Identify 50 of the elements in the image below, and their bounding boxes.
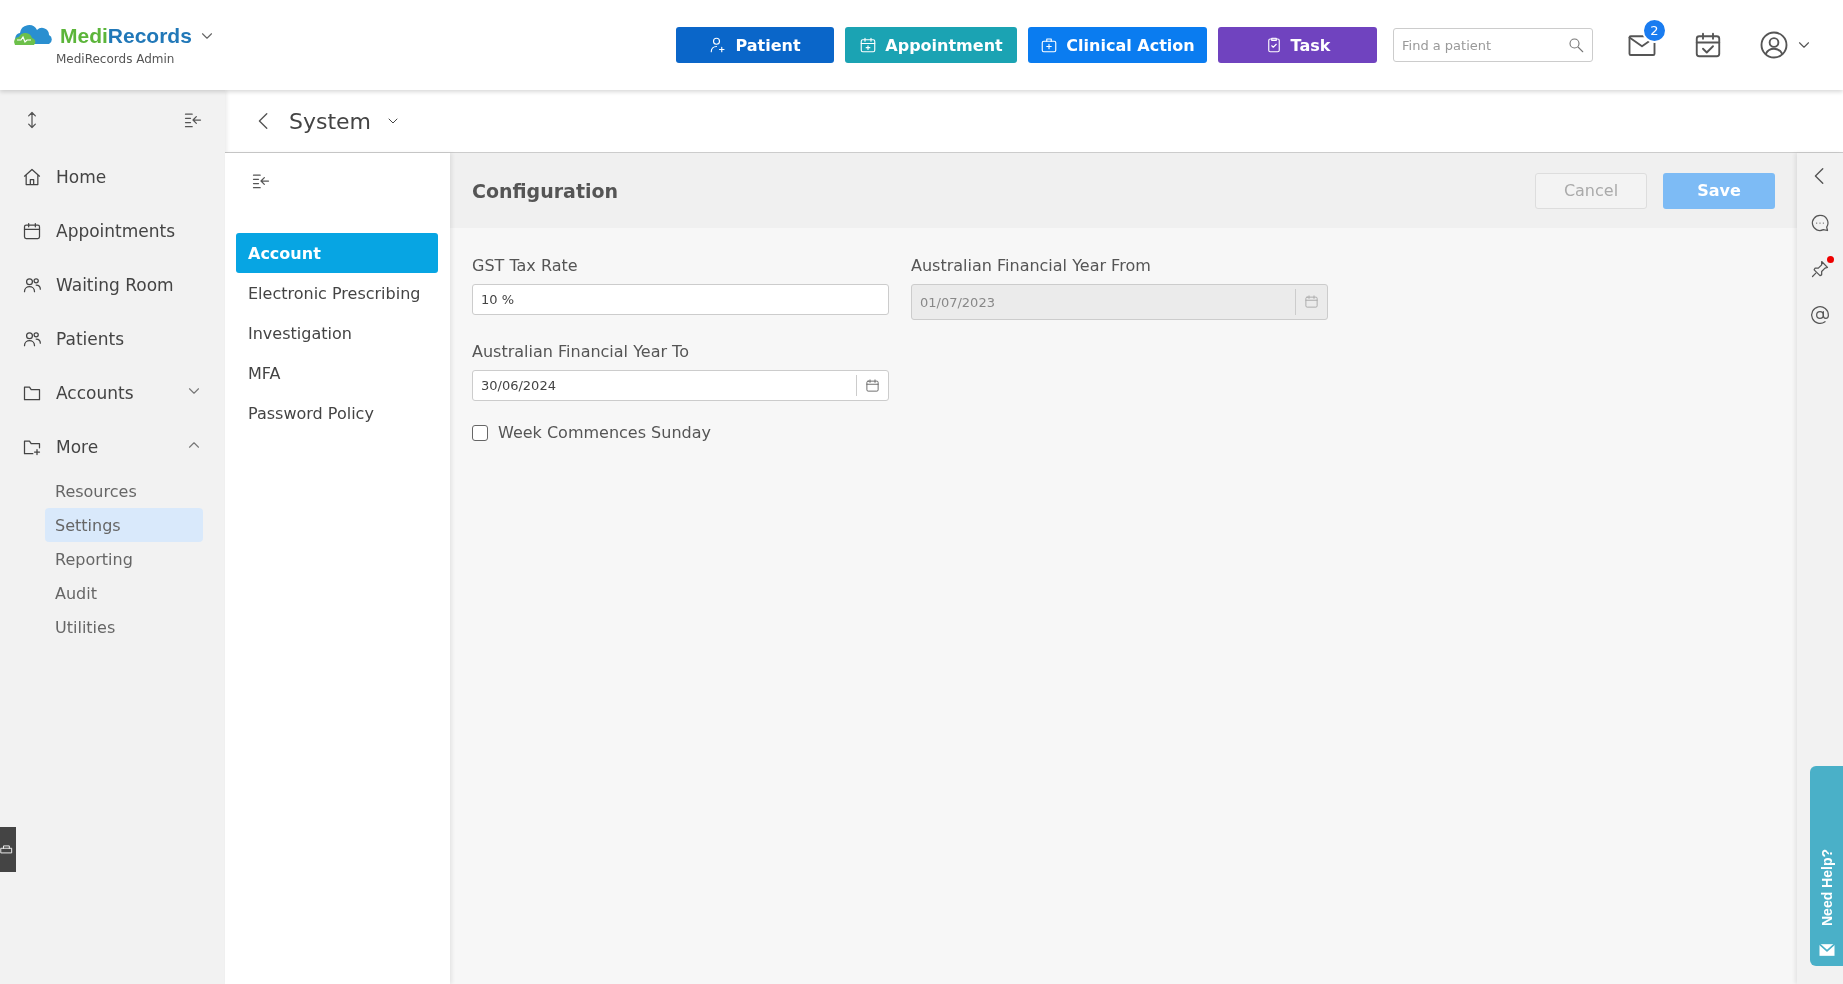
chat-icon [1810,213,1830,233]
field-label: Australian Financial Year To [472,342,690,361]
field-label: GST Tax Rate [472,256,579,275]
date-field[interactable]: 30/06/2024 [472,370,889,401]
search-field[interactable]: Find a patient [1393,28,1593,62]
calendar-icon [22,221,42,241]
home-icon [22,167,42,187]
nav-subitem[interactable]: Audit [45,576,203,610]
nav-subitem[interactable]: Utilities [45,610,203,644]
settings-tab[interactable]: Electronic Prescribing [236,273,438,313]
calendar-check-icon [1693,30,1723,60]
action-button[interactable]: Patient [676,27,834,63]
nav-item[interactable]: More [22,420,203,474]
search-icon [1567,36,1585,54]
settings-tab[interactable]: MFA [236,353,438,393]
people-icon [22,329,42,349]
nav-item[interactable]: Appointments [22,204,203,258]
nav-item[interactable]: Patients [22,312,203,366]
side-tab[interactable] [0,827,16,872]
action-button[interactable]: Task [1218,27,1377,63]
person-add-icon [709,36,728,54]
cloud-logo-icon [12,24,54,48]
page-title[interactable]: System [289,108,372,134]
nav-item[interactable]: Waiting Room [22,258,203,312]
settings-tab[interactable]: Investigation [236,313,438,353]
settings-tab[interactable]: Password Policy [236,393,438,433]
printer-icon [0,842,14,857]
action-button[interactable]: Clinical Action [1028,27,1207,63]
at-sign-icon [1810,305,1830,325]
calendar-icon [865,378,880,393]
checkbox-label: Week Commences Sunday [498,423,711,442]
pin-icon [1810,259,1830,279]
input-field[interactable]: 10 % [472,284,889,315]
brand-name: MediRecords [60,24,192,48]
notification-badge: 2 [1642,18,1667,43]
nav-subitem[interactable]: Reporting [45,542,203,576]
calendar-icon [1304,294,1319,310]
section-title: Configuration [472,179,619,202]
user-icon [1759,30,1789,60]
people-icon [22,275,42,295]
account-name: MediRecords Admin [56,52,176,66]
field-label: Australian Financial Year From [911,256,1152,275]
medical-bag-icon [1040,36,1059,54]
nav-subitem[interactable]: Settings [45,508,203,542]
nav-subitem[interactable]: Resources [45,474,203,508]
checkbox[interactable] [472,424,488,441]
nav-item[interactable]: Home [22,150,203,204]
nav-item[interactable]: Accounts [22,366,203,420]
notification-dot [1827,256,1834,263]
calendar-plus-icon [859,36,878,54]
